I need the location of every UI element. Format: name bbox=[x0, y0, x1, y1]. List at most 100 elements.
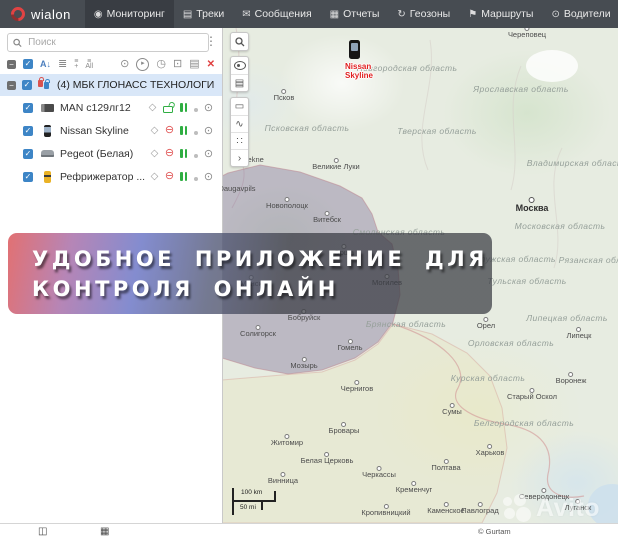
nav-label: Отчеты bbox=[343, 8, 380, 20]
group-collapse-button[interactable]: − bbox=[7, 80, 16, 90]
unit-name: Pegeot (Белая) bbox=[60, 147, 134, 160]
nav-routes[interactable]: ⚑ Маршруты bbox=[459, 0, 542, 28]
apps-grid-button[interactable]: ▦ bbox=[100, 526, 109, 537]
map-layers-button[interactable]: ▤ bbox=[231, 74, 248, 91]
nav-geofences[interactable]: ↻ Геозоны bbox=[388, 0, 459, 28]
messages-icon: ✉ bbox=[242, 8, 251, 20]
top-navigation: wialon ◉ Мониторинг ▤ Треки ✉ Сообщения ▦ От… bbox=[0, 0, 618, 28]
banner-line-1: УДОБНОЕ ПРИЛОЖЕНИЕ ДЛЯ bbox=[32, 247, 488, 271]
group-checkbox[interactable]: ✓ bbox=[22, 80, 32, 90]
nav-label: Геозоны bbox=[409, 8, 451, 20]
wialon-logo-text: wialon bbox=[31, 6, 71, 22]
locate-unit-icon[interactable]: ⊙ bbox=[201, 124, 216, 137]
blocked-icon: ⊖ bbox=[164, 147, 175, 159]
show-all-button[interactable]: ≡ All bbox=[85, 58, 94, 70]
sensor-dot-icon bbox=[190, 122, 201, 140]
sensor-dot-icon bbox=[190, 145, 201, 163]
clear-list-button[interactable]: ✕ bbox=[207, 59, 215, 70]
add-visible-button[interactable]: ≡ + bbox=[74, 58, 78, 70]
events-registrar-button[interactable]: ▤ bbox=[189, 58, 199, 70]
unit-checkbox[interactable]: ✓ bbox=[23, 148, 33, 159]
layout-panels-button[interactable]: ◫ bbox=[38, 526, 47, 537]
nav-label: Мониторинг bbox=[106, 8, 165, 20]
sidebar-menu-button[interactable]: ⋮ bbox=[205, 34, 217, 49]
map-expand-button[interactable]: › bbox=[231, 149, 248, 166]
select-all-checkbox[interactable]: ✓ bbox=[23, 59, 33, 69]
reports-icon: ▦ bbox=[329, 8, 340, 20]
unit-name: Nissan Skyline bbox=[60, 124, 129, 137]
unit-group-row[interactable]: − ✓ (4) МБК ГЛОНАСС ТЕХНОЛОГИИ (de... bbox=[0, 74, 222, 96]
map-visibility-button[interactable] bbox=[231, 57, 248, 74]
eye-icon bbox=[233, 61, 246, 70]
map-scale: 100 km 50 mi bbox=[232, 488, 282, 515]
nav-reports[interactable]: ▦ Отчеты bbox=[321, 0, 389, 28]
unlocked-icon bbox=[163, 106, 173, 113]
unit-row[interactable]: ✓ MAN с129лг12 ◇ ⊙ bbox=[0, 96, 222, 119]
nav-messages[interactable]: ✉ Сообщения bbox=[233, 0, 320, 28]
locate-unit-icon[interactable]: ⊙ bbox=[201, 170, 216, 183]
recent-events-button[interactable]: ◷ bbox=[156, 58, 166, 70]
group-icon bbox=[38, 77, 51, 91]
blocked-icon: ⊖ bbox=[164, 124, 175, 136]
nav-label: Маршруты bbox=[481, 8, 534, 20]
bottom-bar: ◫ ▦ © Gurtam bbox=[0, 523, 618, 540]
unit-row[interactable]: ✓ Pegeot (Белая) ◇ ⊖ ⊙ bbox=[0, 142, 222, 165]
nav-label: Треки bbox=[196, 8, 225, 20]
locate-unit-icon[interactable]: ⊙ bbox=[201, 147, 216, 160]
wialon-logo-icon bbox=[8, 4, 28, 24]
unit-name: MAN с129лг12 bbox=[60, 101, 131, 114]
wialon-monitoring-app: wialon ◉ Мониторинг ▤ Треки ✉ Сообщения ▦ От… bbox=[0, 0, 618, 540]
nav-tracks[interactable]: ▤ Треки bbox=[174, 0, 233, 28]
nav-drivers[interactable]: ⊙ Водители bbox=[542, 0, 618, 28]
position-icon[interactable]: ◇ bbox=[147, 171, 162, 182]
unit-checkbox[interactable]: ✓ bbox=[23, 171, 33, 182]
unit-monitor-button[interactable]: ⊡ bbox=[173, 58, 182, 70]
unit-name: Рефрижератор ... bbox=[60, 170, 146, 183]
unit-row[interactable]: ✓ Рефрижератор ... ◇ ⊖ ⊙ bbox=[0, 165, 222, 188]
unit-row[interactable]: ✓ Nissan Skyline ◇ ⊖ ⊙ bbox=[0, 119, 222, 142]
geofences-icon: ↻ bbox=[397, 8, 406, 20]
search-row: ⋮ bbox=[0, 31, 222, 54]
sensor-dot-icon bbox=[190, 168, 201, 186]
map-tools-button[interactable]: ∷ bbox=[231, 132, 248, 149]
phone-device-icon bbox=[349, 40, 360, 59]
drivers-icon: ⊙ bbox=[551, 8, 560, 20]
search-input[interactable] bbox=[26, 36, 203, 49]
truck-icon bbox=[41, 103, 54, 112]
position-icon[interactable]: ◇ bbox=[147, 148, 162, 159]
search-icon bbox=[13, 38, 22, 47]
promo-banner: УДОБНОЕ ПРИЛОЖЕНИЕ ДЛЯ КОНТРОЛЯ ОНЛАЙН bbox=[8, 233, 492, 314]
unit-checkbox[interactable]: ✓ bbox=[23, 102, 33, 113]
map-attribution: © Gurtam bbox=[478, 527, 511, 536]
map-search-button[interactable] bbox=[231, 33, 248, 50]
map-measure-button[interactable]: ▭ bbox=[231, 98, 248, 115]
main-menu: ◉ Мониторинг ▤ Треки ✉ Сообщения ▦ Отчеты ↻ Г… bbox=[84, 0, 618, 28]
unit-search[interactable] bbox=[7, 33, 209, 52]
group-name: (4) МБК ГЛОНАСС ТЕХНОЛОГИИ (de... bbox=[57, 79, 215, 91]
collapse-all-button[interactable]: − bbox=[7, 59, 16, 69]
monitoring-icon: ◉ bbox=[93, 8, 103, 20]
all-label: All bbox=[85, 63, 94, 70]
sort-az-button[interactable]: A↓ bbox=[40, 59, 51, 69]
connection-bars-icon bbox=[177, 172, 190, 181]
connection-bars-icon bbox=[177, 103, 190, 112]
unit-checkbox[interactable]: ✓ bbox=[23, 125, 33, 136]
position-icon[interactable]: ◇ bbox=[145, 102, 160, 113]
unit-marker-label: Nissan Skyline bbox=[344, 62, 374, 80]
blocked-icon: ⊖ bbox=[164, 170, 175, 182]
car-icon bbox=[41, 150, 54, 157]
list-view-button[interactable]: ≣ bbox=[58, 58, 67, 70]
locate-unit-icon[interactable]: ⊙ bbox=[201, 101, 216, 114]
sensor-dot-icon bbox=[190, 99, 201, 117]
map-routing-button[interactable]: ∿ bbox=[231, 115, 248, 132]
nav-monitoring[interactable]: ◉ Мониторинг bbox=[84, 0, 174, 28]
scale-km-label: 100 km bbox=[241, 489, 263, 496]
routes-icon: ⚑ bbox=[468, 8, 478, 20]
show-on-map-button[interactable]: ⊙ bbox=[120, 58, 129, 70]
wialon-logo[interactable]: wialon bbox=[0, 4, 85, 24]
tracks-icon: ▤ bbox=[182, 8, 193, 20]
position-icon[interactable]: ◇ bbox=[147, 125, 162, 136]
follow-unit-button[interactable]: ▸ bbox=[136, 57, 150, 71]
unit-list-toolbar: − ✓ A↓ ≣ ≡ + ≡ All ⊙ ▸ ◷ ⊡ ▤ ✕ bbox=[0, 54, 222, 74]
phone-icon bbox=[44, 124, 51, 137]
